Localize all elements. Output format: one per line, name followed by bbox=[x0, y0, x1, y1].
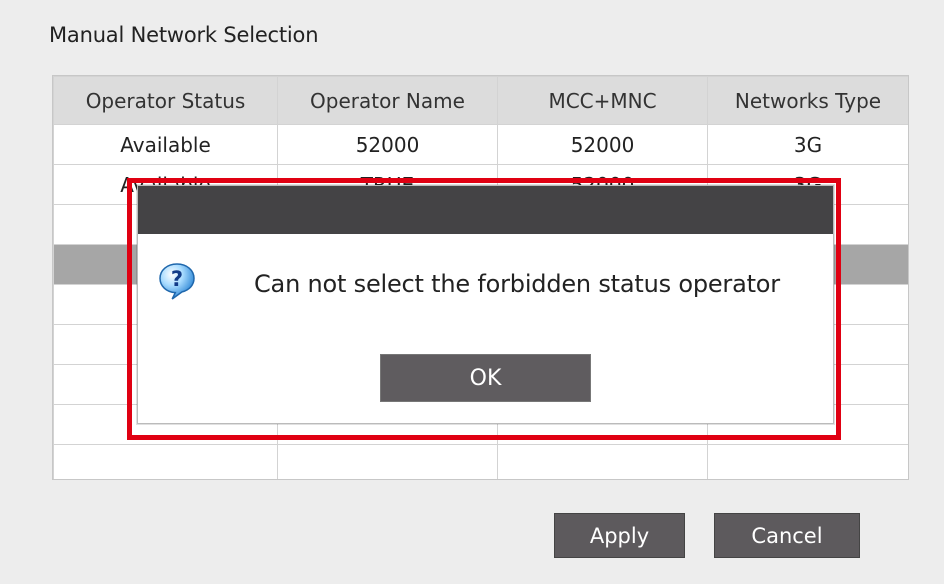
operator-status-header: Operator Status bbox=[53, 76, 278, 125]
operator-name-cell: 52000 bbox=[277, 124, 498, 165]
svg-text:?: ? bbox=[171, 267, 183, 291]
networks-type-header: Networks Type bbox=[707, 76, 908, 125]
dialog-titlebar[interactable] bbox=[138, 186, 833, 234]
top-clipped-fragment bbox=[0, 0, 944, 12]
table-header-row: Operator Status Operator Name MCC+MNC Ne… bbox=[53, 76, 908, 125]
manual-network-selection-title: Manual Network Selection bbox=[49, 23, 319, 47]
operator-name-cell bbox=[277, 444, 498, 479]
question-icon: ? bbox=[159, 263, 195, 300]
table-row[interactable] bbox=[53, 444, 908, 479]
operator-status-cell: Available bbox=[53, 124, 278, 165]
mcc-mnc-cell: 52000 bbox=[497, 124, 708, 165]
mcc-mnc-cell bbox=[497, 444, 708, 479]
operator-name-header: Operator Name bbox=[277, 76, 498, 125]
networks-type-cell: 3G bbox=[707, 124, 908, 165]
router-settings-screen: Manual Network Selection Operator Status… bbox=[0, 0, 944, 584]
cancel-button[interactable]: Cancel bbox=[714, 513, 860, 558]
networks-type-cell bbox=[707, 444, 908, 479]
apply-button[interactable]: Apply bbox=[554, 513, 685, 558]
left-clipped-fragment bbox=[0, 20, 12, 140]
ok-button[interactable]: OK bbox=[380, 354, 591, 402]
forbidden-operator-dialog: ? Can not select the forbidden status op… bbox=[137, 185, 834, 424]
table-row[interactable]: Available 52000 52000 3G bbox=[53, 124, 908, 165]
mcc-mnc-header: MCC+MNC bbox=[497, 76, 708, 125]
dialog-message: Can not select the forbidden status oper… bbox=[254, 270, 780, 298]
operator-status-cell bbox=[53, 444, 278, 479]
